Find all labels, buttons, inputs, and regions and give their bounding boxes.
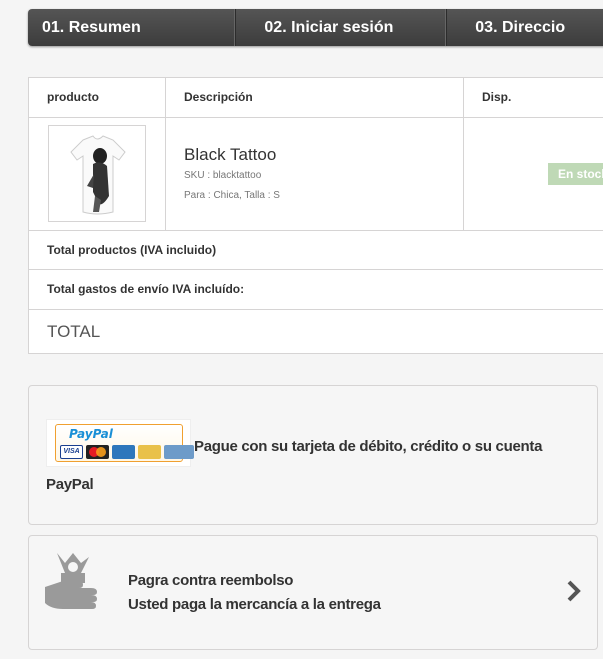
header-availability: Disp. <box>482 90 512 104</box>
table-header: producto Descripción Disp. <box>29 78 603 118</box>
hand-money-icon <box>45 553 97 609</box>
chevron-right-icon[interactable] <box>564 578 584 604</box>
product-image-cell <box>29 118 166 230</box>
cash-on-delivery-option[interactable]: Pagra contra reembolso Usted paga la mer… <box>28 535 598 650</box>
stock-badge: En stock <box>548 163 603 185</box>
checkout-steps: 01. Resumen 02. Iniciar sesión 03. Direc… <box>28 9 603 46</box>
product-attributes: Para : Chica, Talla : S <box>184 190 280 201</box>
header-description: Descripción <box>166 78 464 117</box>
paypal-payment-option[interactable]: PayPal VISA Pague con su tarjeta de débi… <box>28 385 598 525</box>
step-address[interactable]: 03. Direccio <box>447 9 603 46</box>
product-thumbnail[interactable] <box>48 125 146 222</box>
step-summary[interactable]: 01. Resumen <box>28 9 237 46</box>
paypal-option-text[interactable]: Pague con su tarjeta de débito, crédito … <box>46 428 577 504</box>
grand-total-row: TOTAL <box>29 310 603 355</box>
table-row: Black Tattoo SKU : blacktattoo Para : Ch… <box>29 118 603 231</box>
availability-cell: En stock <box>464 118 603 230</box>
cod-title: Pagra contra reembolso <box>128 572 294 589</box>
total-shipping-label: Total gastos de envío IVA incluído: <box>47 282 245 296</box>
total-products-row: Total productos (IVA incluido) <box>29 231 603 270</box>
product-description-cell: Black Tattoo SKU : blacktattoo Para : Ch… <box>166 118 464 230</box>
product-name[interactable]: Black Tattoo <box>184 145 276 165</box>
step-login[interactable]: 02. Iniciar sesión <box>236 9 448 46</box>
header-product: producto <box>29 78 166 117</box>
total-products-label: Total productos (IVA incluido) <box>47 243 217 257</box>
grand-total-label: TOTAL <box>47 322 101 341</box>
cod-subtitle: Usted paga la mercancía a la entrega <box>128 596 381 613</box>
product-sku: SKU : blacktattoo <box>184 170 262 181</box>
cart-summary-table: producto Descripción Disp. Black Tattoo … <box>28 77 603 354</box>
total-shipping-row: Total gastos de envío IVA incluído: <box>29 270 603 310</box>
